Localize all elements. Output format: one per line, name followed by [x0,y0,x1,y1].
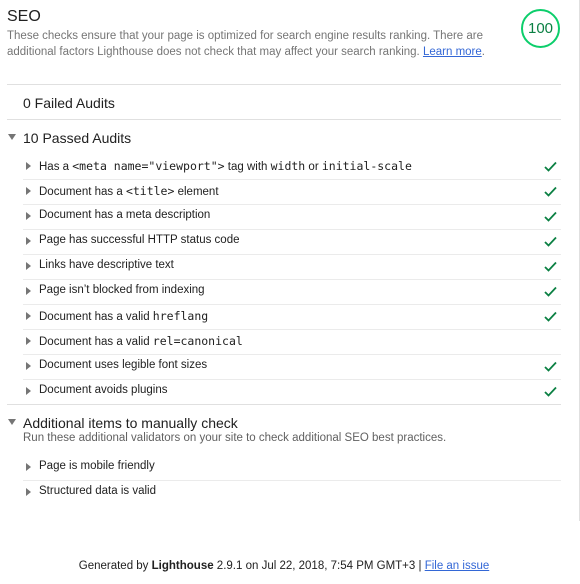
expand-arrow-icon[interactable] [26,212,31,220]
expand-arrow-icon[interactable] [26,262,31,270]
audit-title: Page isn’t blocked from indexing [39,284,205,296]
audit-title-code: rel=canonical [152,334,243,348]
expand-arrow-icon[interactable] [26,337,31,345]
audit-row[interactable]: Document avoids plugins [23,379,561,404]
audit-row[interactable]: Document has a meta description [23,204,561,229]
failed-audits-title[interactable]: 0 Failed Audits [23,95,115,111]
manual-items-description: Run these additional validators on your … [23,432,447,444]
audit-title-text: Has a [39,161,73,173]
audit-title-text: Document has a valid [39,311,153,323]
audit-title: Page has successful HTTP status code [39,234,240,246]
audit-title-text: Document avoids plugins [39,384,168,396]
expand-arrow-icon[interactable] [26,237,31,245]
divider [7,84,561,85]
score-gauge: 100 [521,9,560,48]
audit-title-text: Links have descriptive text [39,259,174,271]
audit-row[interactable]: Page isn’t blocked from indexing [23,279,561,304]
audit-title-text: tag with [224,161,271,173]
passed-audits-toggle-icon[interactable] [8,134,16,140]
audit-title: Links have descriptive text [39,259,174,271]
audit-title-text: Document uses legible font sizes [39,359,208,371]
audit-title: Document uses legible font sizes [39,359,207,371]
passed-audits-title[interactable]: 10 Passed Audits [23,130,131,146]
footer: Generated by Lighthouse 2.9.1 on Jul 22,… [0,560,568,572]
audit-row[interactable]: Document has a valid hreflang [23,304,561,329]
manual-items-title[interactable]: Additional items to manually check [23,415,238,431]
footer-version-date: 2.9.1 on Jul 22, 2018, 7:54 PM GMT+3 | [213,560,425,572]
category-title: SEO [7,8,41,25]
footer-brand: Lighthouse [151,560,214,572]
pass-check-icon [544,386,557,397]
audit-title-text: Document has a meta description [39,209,211,221]
pass-check-icon [544,186,557,197]
audit-title-text: Page is mobile friendly [39,460,155,472]
audit-title-code: <title> [125,184,175,198]
learn-more-link[interactable]: Learn more [423,46,482,58]
footer-prefix: Generated by [78,560,152,572]
audit-row[interactable]: Document uses legible font sizes [23,354,561,379]
pass-check-icon [544,311,557,322]
audit-title: Document has a valid hreflang [39,309,208,323]
pass-check-icon [544,161,557,172]
audit-title: Document has a <title> element [39,184,219,198]
expand-arrow-icon[interactable] [26,312,31,320]
audit-title-text: or [305,161,322,173]
manual-items-toggle-icon[interactable] [8,419,16,425]
audit-title-code: <meta name="viewport"> [72,159,225,173]
pass-check-icon [544,361,557,372]
pass-check-icon [544,211,557,222]
audit-title: Document has a meta description [39,209,210,221]
pass-check-icon [544,286,557,297]
expand-arrow-icon[interactable] [26,387,31,395]
expand-arrow-icon[interactable] [26,463,31,471]
audit-title-text: Page isn’t blocked from indexing [39,284,205,296]
pass-check-icon [544,236,557,247]
audit-title-text: element [174,186,219,198]
audit-title-code: initial-scale [321,159,412,173]
expand-arrow-icon[interactable] [26,488,31,496]
audit-title-text: Page has successful HTTP status code [39,234,240,246]
audit-title: Structured data is valid [39,485,156,497]
audit-row[interactable]: Page has successful HTTP status code [23,229,561,254]
pass-check-icon [544,261,557,272]
audit-title: Document has a valid rel=canonical [39,334,243,348]
audit-row[interactable]: Has a <meta name="viewport"> tag with wi… [23,154,561,179]
expand-arrow-icon[interactable] [26,162,31,170]
audit-row[interactable]: Links have descriptive text [23,254,561,279]
audit-row[interactable]: Document has a valid rel=canonical [23,329,561,354]
audit-row[interactable]: Document has a <title> element [23,179,561,204]
expand-arrow-icon[interactable] [26,187,31,195]
audit-title-text: Document has a [39,186,126,198]
category-description: These checks ensure that your page is op… [7,30,485,58]
audit-row[interactable]: Structured data is valid [23,480,561,505]
audit-title-code: width [270,159,306,173]
expand-arrow-icon[interactable] [26,362,31,370]
audit-title-code: hreflang [152,309,209,323]
divider [7,119,561,120]
audit-title: Has a <meta name="viewport"> tag with wi… [39,159,412,173]
audit-title: Page is mobile friendly [39,460,155,472]
audit-title: Document avoids plugins [39,384,168,396]
divider [7,404,561,405]
category-description-text: These checks ensure that your page is op… [7,30,484,58]
expand-arrow-icon[interactable] [26,287,31,295]
file-issue-link[interactable]: File an issue [425,560,490,572]
audit-row[interactable]: Page is mobile friendly [23,455,561,480]
audit-title-text: Document has a valid [39,336,153,348]
audit-title-text: Structured data is valid [39,485,156,497]
